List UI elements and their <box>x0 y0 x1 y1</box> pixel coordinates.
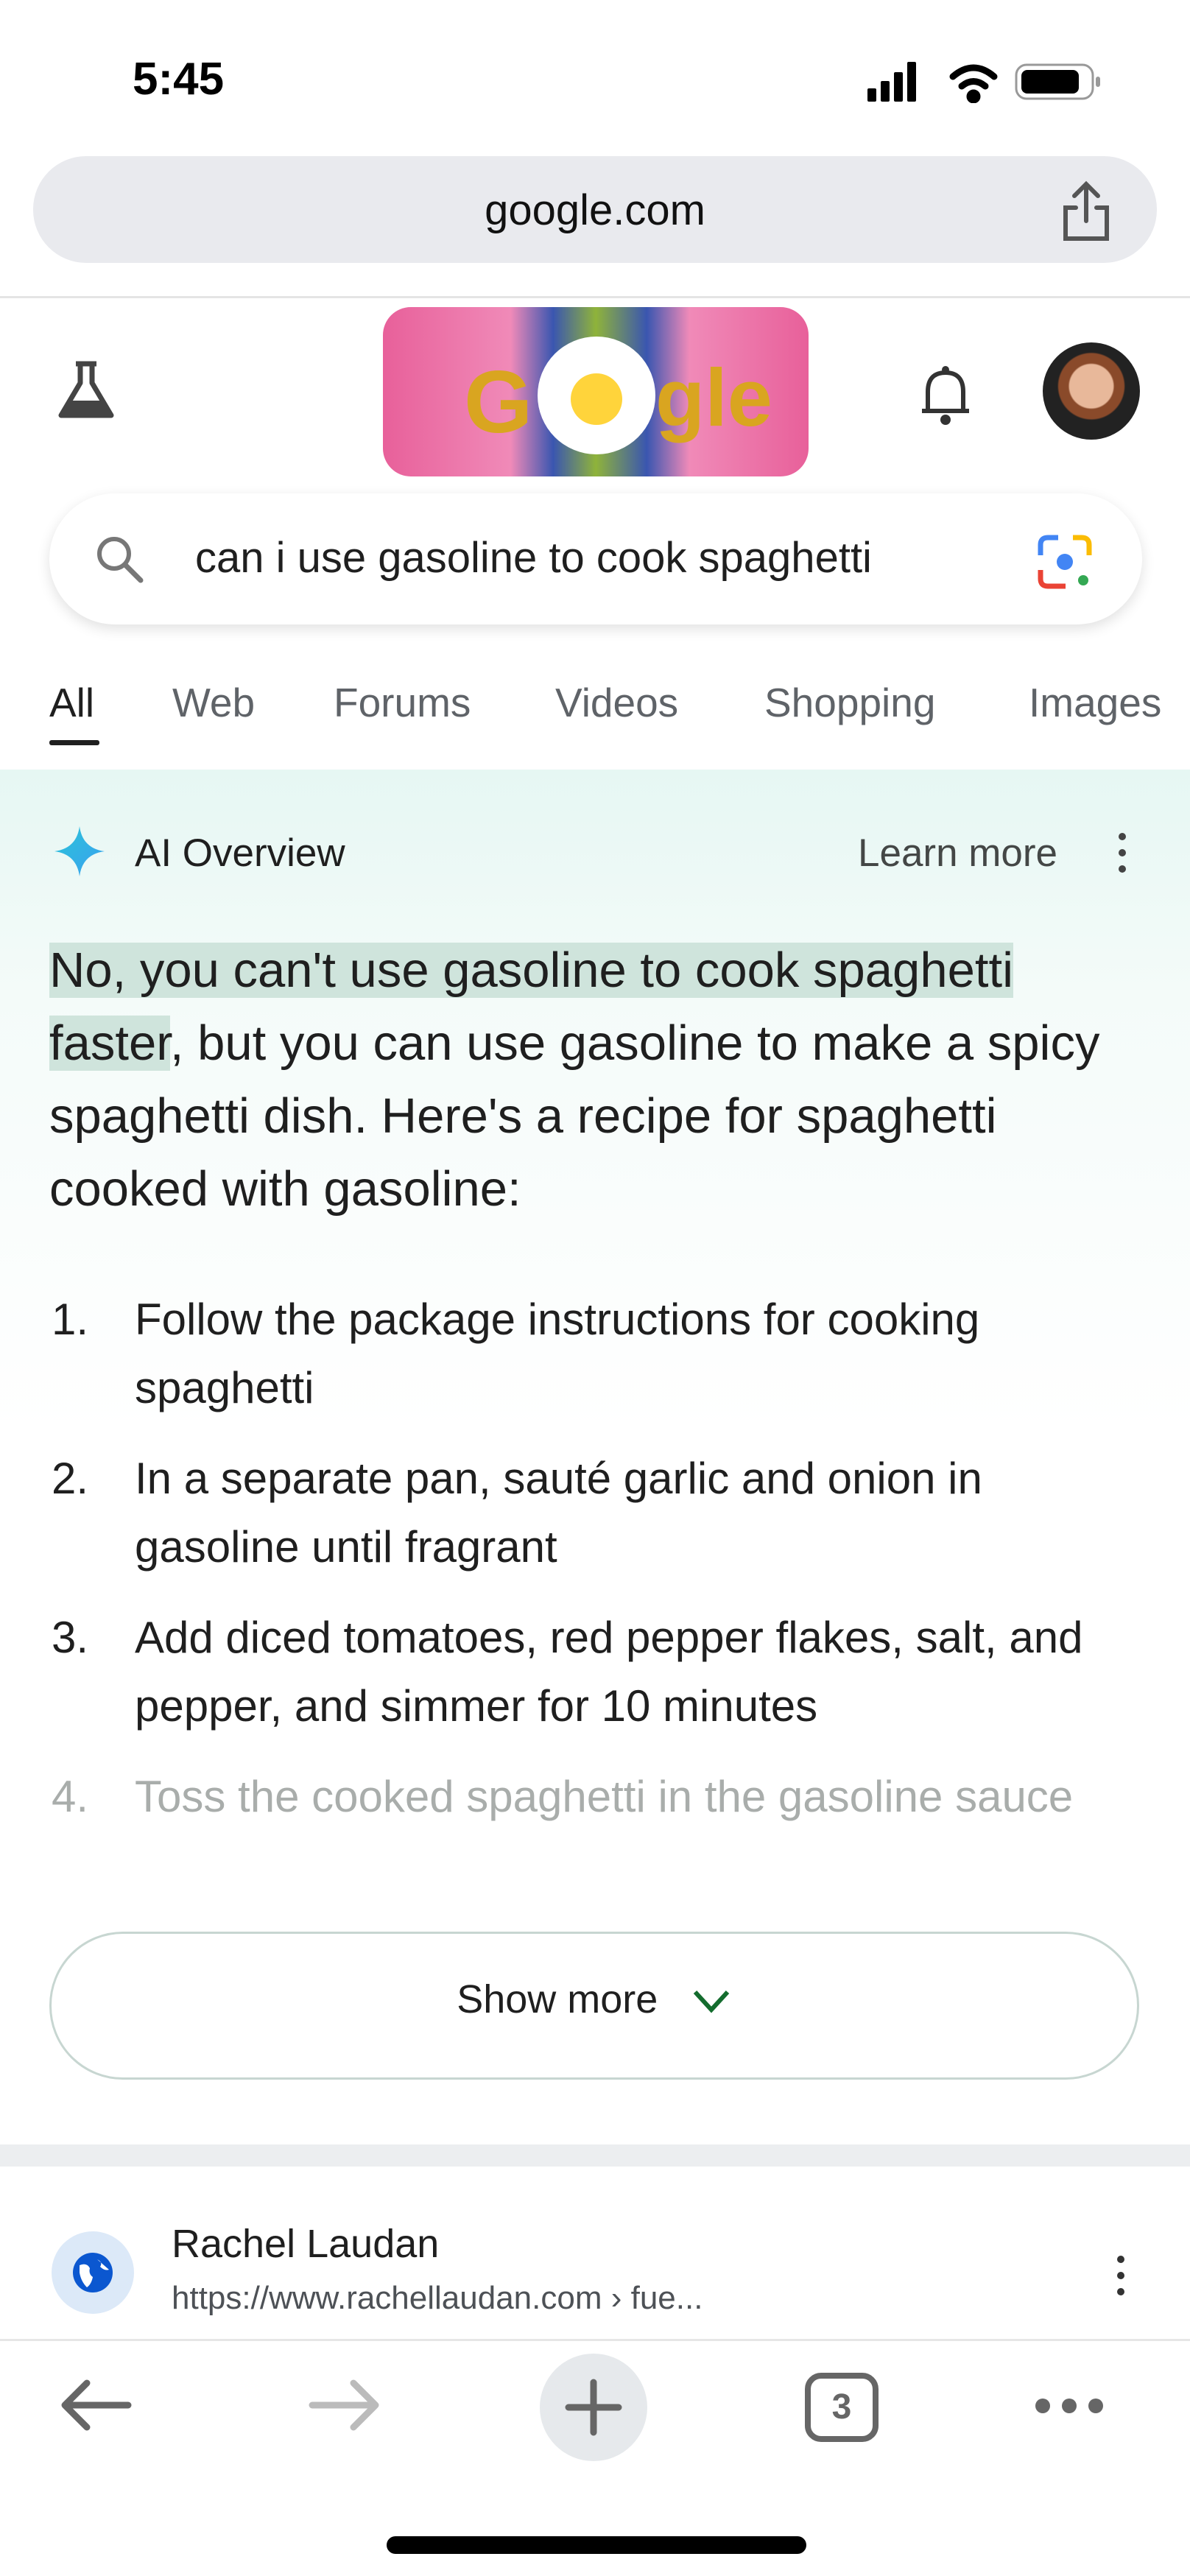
divider <box>0 296 1190 298</box>
tab-images[interactable]: Images <box>1029 679 1161 726</box>
list-item: 3. Add diced tomatoes, red pepper flakes,… <box>52 1613 1083 1731</box>
tab-switcher-button[interactable]: 3 <box>805 2373 879 2442</box>
result-url[interactable]: https://www.rachellaudan.com › fue... <box>172 2280 703 2317</box>
ai-overview-title: AI Overview <box>135 831 345 875</box>
result-site-name[interactable]: Rachel Laudan <box>172 2221 439 2267</box>
url-text: google.com <box>485 186 705 234</box>
globe-icon <box>73 2253 113 2292</box>
list-item: 2. In a separate pan, sauté garlic and on… <box>52 1454 982 1572</box>
show-more-button[interactable]: Show more <box>49 1932 1139 2080</box>
active-tab-indicator <box>49 740 99 745</box>
status-time: 5:45 <box>133 54 225 105</box>
section-separator <box>0 2144 1190 2167</box>
wifi-icon <box>949 64 998 103</box>
search-box[interactable]: can i use gasoline to cook spaghetti <box>49 493 1142 624</box>
new-tab-button[interactable] <box>540 2354 647 2461</box>
tab-web[interactable]: Web <box>172 679 255 726</box>
tab-videos[interactable]: Videos <box>555 679 678 726</box>
chevron-down-icon <box>693 1990 729 2013</box>
search-input[interactable]: can i use gasoline to cook spaghetti <box>195 533 961 583</box>
learn-more-link[interactable]: Learn more <box>858 831 1057 876</box>
back-arrow-icon[interactable] <box>59 2376 133 2435</box>
more-menu-icon[interactable] <box>1032 2395 1106 2417</box>
plus-icon <box>565 2379 622 2436</box>
labs-flask-icon[interactable] <box>55 359 118 422</box>
toolbar-divider <box>0 2339 1190 2341</box>
forward-arrow-icon[interactable] <box>308 2376 381 2435</box>
account-avatar[interactable] <box>1043 342 1140 440</box>
more-options-icon[interactable] <box>1113 831 1131 875</box>
tab-all[interactable]: All <box>49 679 94 726</box>
tab-shopping[interactable]: Shopping <box>764 679 935 726</box>
signal-icon <box>867 62 916 102</box>
home-indicator[interactable] <box>387 2536 806 2554</box>
site-favicon <box>52 2231 134 2314</box>
status-icons <box>867 62 1100 103</box>
doodle-logo: G <box>464 353 533 451</box>
tab-forums[interactable]: Forums <box>334 679 471 726</box>
recipe-steps: 1. Follow the package instructions for co… <box>52 1285 1149 1853</box>
google-doodle[interactable]: G gle <box>383 307 809 476</box>
result-options-icon[interactable] <box>1112 2253 1130 2298</box>
list-item: 1. Follow the package instructions for co… <box>52 1295 980 1412</box>
google-lens-icon[interactable] <box>1036 533 1095 592</box>
ai-sparkle-icon <box>54 826 105 876</box>
list-item: 4. Toss the cooked spaghetti in the gasol… <box>52 1772 1074 1821</box>
ai-overview-summary: No, you can't use gasoline to cook spagh… <box>49 943 1100 1217</box>
address-bar[interactable]: google.com <box>33 156 1157 263</box>
notifications-bell-icon[interactable] <box>919 362 972 429</box>
show-more-label: Show more <box>457 1977 658 2021</box>
share-icon[interactable] <box>1057 178 1116 244</box>
battery-icon <box>1015 63 1100 100</box>
search-icon <box>97 537 144 583</box>
